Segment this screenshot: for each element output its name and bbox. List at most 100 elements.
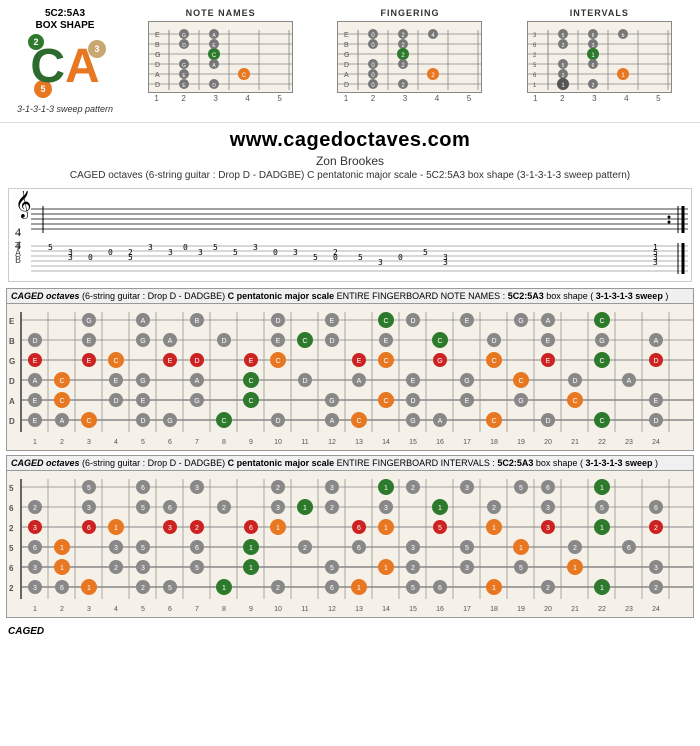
- svg-text:G: G: [140, 378, 145, 385]
- svg-text:A: A: [654, 338, 659, 345]
- svg-text:1: 1: [60, 545, 64, 552]
- svg-text:E: E: [546, 358, 551, 365]
- svg-text:12: 12: [328, 606, 336, 613]
- fb1-header-italic: CAGED octaves: [11, 291, 80, 301]
- svg-text:E: E: [546, 338, 551, 345]
- svg-text:8: 8: [222, 439, 226, 446]
- svg-text:A: A: [438, 418, 443, 425]
- fingering-fret-numbers: 1 2 3 4 5: [336, 94, 484, 103]
- svg-text:D: D: [113, 398, 118, 405]
- fingerboard2-svg: 5 6 2 5 6 2 5 6: [6, 470, 694, 618]
- svg-text:20: 20: [544, 439, 552, 446]
- svg-text:1: 1: [249, 545, 253, 552]
- svg-text:14: 14: [382, 606, 390, 613]
- svg-text:5: 5: [600, 505, 604, 512]
- svg-text:5: 5: [519, 485, 523, 492]
- svg-text:11: 11: [301, 439, 308, 446]
- svg-text:G: G: [182, 63, 186, 69]
- svg-text:G: G: [140, 338, 145, 345]
- svg-text:G: G: [86, 318, 91, 325]
- svg-text:10: 10: [274, 606, 282, 613]
- svg-text:0: 0: [108, 248, 113, 257]
- box-shape-label: 5C2:5A3 BOX SHAPE: [36, 8, 95, 32]
- svg-text:C: C: [275, 358, 280, 365]
- svg-text:2: 2: [492, 505, 496, 512]
- svg-text:E: E: [87, 358, 92, 365]
- svg-text:2: 2: [573, 545, 577, 552]
- fb1-header-4: ): [665, 291, 668, 301]
- fb1-header-1: (6-string guitar : Drop D - DADGBE): [82, 291, 228, 301]
- svg-text:1: 1: [249, 565, 253, 572]
- svg-text:E: E: [357, 358, 362, 365]
- svg-text:6: 6: [438, 585, 442, 592]
- svg-text:5: 5: [423, 248, 428, 257]
- svg-text:C: C: [491, 418, 496, 425]
- svg-text:C: C: [491, 358, 496, 365]
- svg-text:1: 1: [303, 505, 307, 512]
- svg-text:16: 16: [436, 439, 444, 446]
- svg-text:E: E: [9, 317, 15, 326]
- svg-text:11: 11: [301, 606, 308, 613]
- svg-text:E: E: [411, 378, 416, 385]
- svg-text:E: E: [249, 358, 254, 365]
- svg-text:5: 5: [313, 253, 318, 262]
- svg-text:2: 2: [141, 585, 145, 592]
- svg-text:C: C: [599, 418, 604, 425]
- svg-text:5: 5: [213, 243, 218, 252]
- svg-text:A: A: [546, 318, 551, 325]
- svg-text:D: D: [410, 318, 415, 325]
- svg-text:C: C: [599, 318, 604, 325]
- svg-text:1: 1: [384, 525, 388, 532]
- svg-text:D: D: [182, 43, 186, 49]
- svg-text:A: A: [344, 72, 349, 79]
- svg-text:16: 16: [436, 606, 444, 613]
- svg-text:E: E: [384, 338, 389, 345]
- fingerboard2-header: CAGED octaves (6-string guitar : Drop D …: [6, 455, 694, 470]
- svg-text:2: 2: [195, 525, 199, 532]
- svg-text:C: C: [518, 378, 523, 385]
- svg-text:21: 21: [571, 606, 579, 613]
- svg-text:4: 4: [114, 439, 118, 446]
- fb1-header-bold3: 3-1-3-1-3 sweep: [596, 291, 663, 301]
- svg-text:E: E: [33, 358, 38, 365]
- svg-text:9: 9: [249, 439, 253, 446]
- svg-text:7: 7: [195, 606, 199, 613]
- svg-text:4: 4: [15, 225, 21, 239]
- svg-text:3: 3: [443, 258, 448, 267]
- svg-text:G: G: [437, 358, 442, 365]
- svg-text:5: 5: [438, 525, 442, 532]
- svg-text:6: 6: [357, 525, 361, 532]
- svg-text:C: C: [113, 358, 118, 365]
- svg-text:1: 1: [384, 565, 388, 572]
- svg-text:3: 3: [87, 439, 91, 446]
- svg-text:C: C: [242, 73, 247, 79]
- svg-text:E: E: [141, 398, 146, 405]
- svg-text:C: C: [356, 418, 361, 425]
- svg-text:1: 1: [384, 485, 388, 492]
- svg-text:E: E: [114, 378, 119, 385]
- caged-bottom-label: CAGED: [0, 624, 700, 641]
- svg-text:C: C: [59, 378, 64, 385]
- svg-text:C: C: [248, 378, 253, 385]
- svg-text:B: B: [9, 337, 15, 346]
- svg-text:3: 3: [33, 585, 37, 592]
- fingering-svg: E B G D A D 0 2 4 0 2 2 0: [337, 21, 482, 93]
- svg-text:24: 24: [652, 439, 660, 446]
- svg-text:D: D: [491, 338, 496, 345]
- fingerboard1-header: CAGED octaves (6-string guitar : Drop D …: [6, 288, 694, 303]
- svg-text:19: 19: [517, 439, 525, 446]
- svg-text:5: 5: [411, 585, 415, 592]
- svg-text:6: 6: [168, 606, 172, 613]
- svg-text:5: 5: [128, 253, 133, 262]
- svg-text:C: C: [437, 338, 442, 345]
- svg-text:18: 18: [490, 606, 498, 613]
- svg-text:C: C: [572, 398, 577, 405]
- svg-text:2: 2: [60, 606, 64, 613]
- svg-text:1: 1: [357, 585, 361, 592]
- svg-text:5: 5: [233, 248, 238, 257]
- svg-text:5: 5: [561, 63, 564, 69]
- svg-text:3: 3: [87, 606, 91, 613]
- svg-text:3: 3: [87, 505, 91, 512]
- svg-text:3: 3: [330, 485, 334, 492]
- svg-text:D: D: [212, 83, 216, 89]
